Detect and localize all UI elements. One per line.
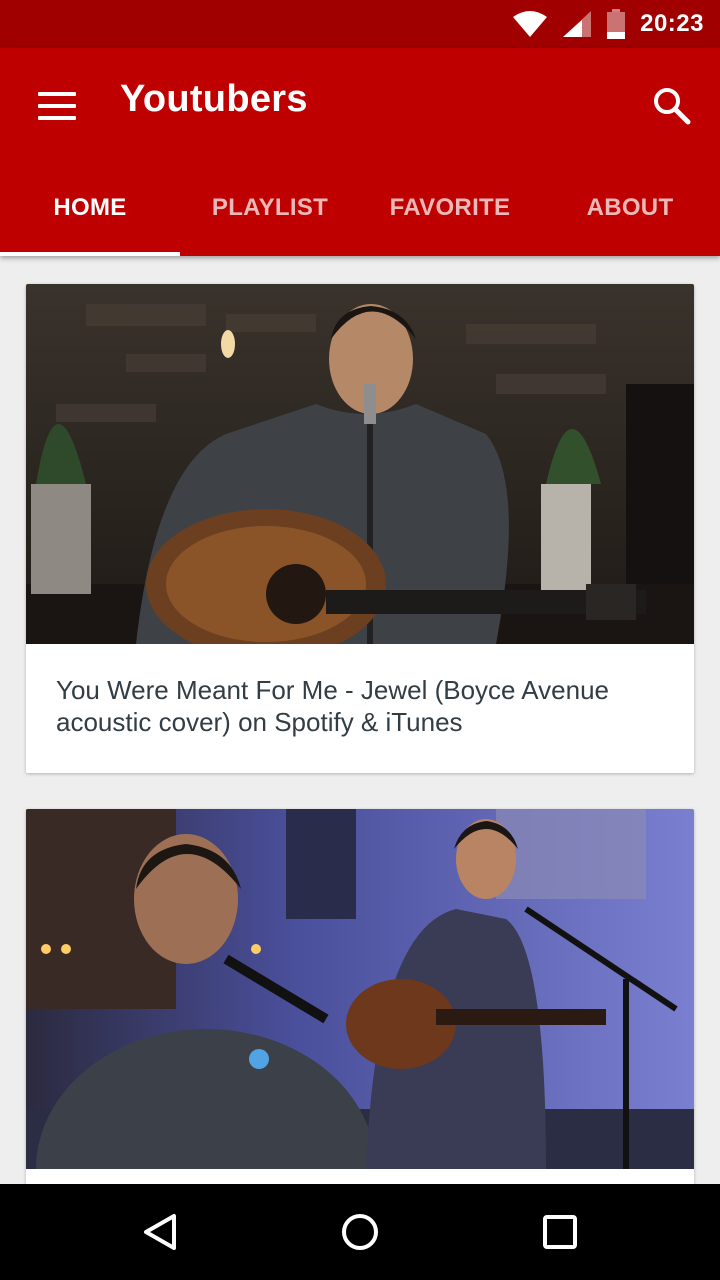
tab-playlist[interactable]: PLAYLIST [180,160,360,256]
video-card[interactable]: You Were Meant For Me - Jewel (Boyce Ave… [26,284,694,773]
video-title: You Were Meant For Me - Jewel (Boyce Ave… [56,675,610,737]
home-circle-icon[interactable] [330,1202,390,1262]
recents-square-icon[interactable] [530,1202,590,1262]
battery-icon [607,9,626,39]
tab-favorite[interactable]: FAVORITE [360,160,540,256]
search-icon[interactable] [644,78,700,134]
status-bar: 20:23 [0,0,720,48]
hamburger-menu-icon[interactable] [28,82,84,130]
back-triangle-icon[interactable] [130,1202,190,1262]
video-thumbnail[interactable] [26,809,694,1169]
wifi-icon [513,11,548,37]
app-bar: Youtubers HOME PLAYLIST FAVORITE ABOUT [0,48,720,256]
status-time: 20:23 [640,10,704,37]
tab-bar: HOME PLAYLIST FAVORITE ABOUT [0,160,720,256]
video-thumbnail[interactable] [26,284,694,644]
app-title: Youtubers [120,78,308,120]
tab-home[interactable]: HOME [0,160,180,256]
navigation-bar [0,1184,720,1280]
signal-icon [563,11,592,37]
tab-about[interactable]: ABOUT [540,160,720,256]
video-card[interactable] [26,809,694,1209]
